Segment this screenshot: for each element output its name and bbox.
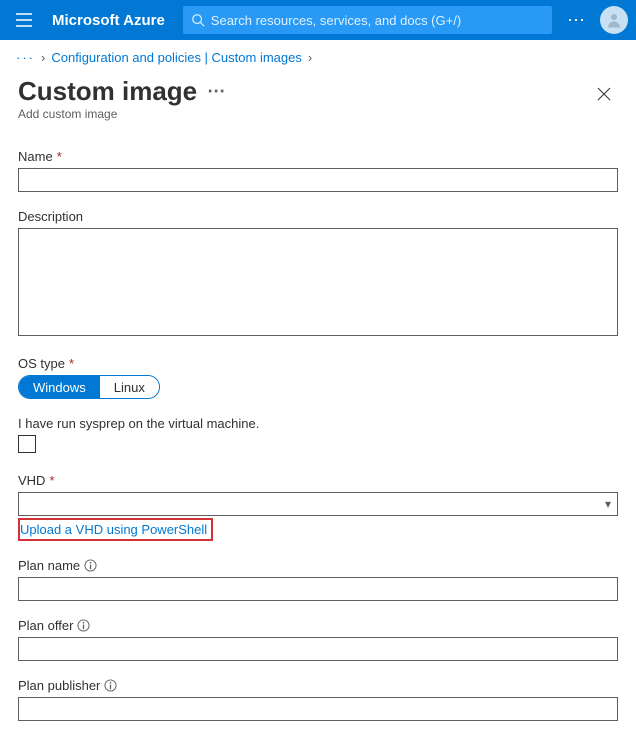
os-type-label: OS type bbox=[18, 356, 65, 371]
description-label: Description bbox=[18, 209, 83, 224]
plan-offer-input[interactable] bbox=[18, 637, 618, 661]
page-header: Custom image ⋯ Add custom image bbox=[0, 74, 636, 127]
os-windows-option[interactable]: Windows bbox=[19, 376, 100, 398]
field-plan-offer: Plan offer bbox=[18, 618, 618, 661]
page-title: Custom image ⋯ bbox=[18, 76, 225, 107]
description-input[interactable] bbox=[18, 228, 618, 336]
name-input[interactable] bbox=[18, 168, 618, 192]
plan-name-input[interactable] bbox=[18, 577, 618, 601]
field-plan-publisher: Plan publisher bbox=[18, 678, 618, 721]
os-linux-option[interactable]: Linux bbox=[100, 376, 159, 398]
plan-publisher-label: Plan publisher bbox=[18, 678, 100, 693]
overflow-menu-icon[interactable]: ⋯ bbox=[562, 6, 590, 34]
vhd-label: VHD bbox=[18, 473, 45, 488]
brand-label: Microsoft Azure bbox=[52, 12, 165, 29]
upload-vhd-link[interactable]: Upload a VHD using PowerShell bbox=[18, 518, 213, 541]
field-sysprep: I have run sysprep on the virtual machin… bbox=[18, 416, 618, 456]
breadcrumb-link[interactable]: Configuration and policies | Custom imag… bbox=[51, 50, 302, 65]
info-icon[interactable] bbox=[84, 559, 97, 572]
sysprep-checkbox[interactable] bbox=[18, 435, 36, 453]
search-icon bbox=[191, 13, 205, 27]
more-actions-icon[interactable]: ⋯ bbox=[207, 81, 225, 102]
chevron-down-icon: ▾ bbox=[605, 497, 611, 511]
os-type-toggle: Windows Linux bbox=[18, 375, 160, 399]
plan-offer-label: Plan offer bbox=[18, 618, 73, 633]
page-title-text: Custom image bbox=[18, 76, 197, 107]
chevron-right-icon: › bbox=[41, 50, 45, 65]
sysprep-label: I have run sysprep on the virtual machin… bbox=[18, 416, 259, 431]
azure-topbar: Microsoft Azure ⋯ bbox=[0, 0, 636, 40]
menu-icon[interactable] bbox=[8, 4, 40, 36]
user-avatar[interactable] bbox=[600, 6, 628, 34]
chevron-right-icon: › bbox=[308, 50, 312, 65]
search-input[interactable] bbox=[211, 13, 544, 28]
breadcrumb: ··· › Configuration and policies | Custo… bbox=[0, 40, 636, 74]
vhd-select[interactable]: ▾ bbox=[18, 492, 618, 516]
required-star: * bbox=[57, 149, 62, 164]
required-star: * bbox=[49, 473, 54, 488]
global-search[interactable] bbox=[183, 6, 552, 34]
close-icon bbox=[597, 87, 611, 101]
plan-publisher-input[interactable] bbox=[18, 697, 618, 721]
field-vhd: VHD * ▾ Upload a VHD using PowerShell bbox=[18, 473, 618, 541]
plan-name-label: Plan name bbox=[18, 558, 80, 573]
field-description: Description bbox=[18, 209, 618, 339]
field-os-type: OS type * Windows Linux bbox=[18, 356, 618, 399]
field-plan-name: Plan name bbox=[18, 558, 618, 601]
field-name: Name * bbox=[18, 149, 618, 192]
close-button[interactable] bbox=[590, 80, 618, 108]
page-subtitle: Add custom image bbox=[18, 107, 225, 121]
breadcrumb-ellipsis[interactable]: ··· bbox=[16, 50, 35, 65]
info-icon[interactable] bbox=[104, 679, 117, 692]
custom-image-form: Name * Description OS type * Windows Lin… bbox=[0, 127, 636, 735]
required-star: * bbox=[69, 356, 74, 371]
info-icon[interactable] bbox=[77, 619, 90, 632]
name-label: Name bbox=[18, 149, 53, 164]
